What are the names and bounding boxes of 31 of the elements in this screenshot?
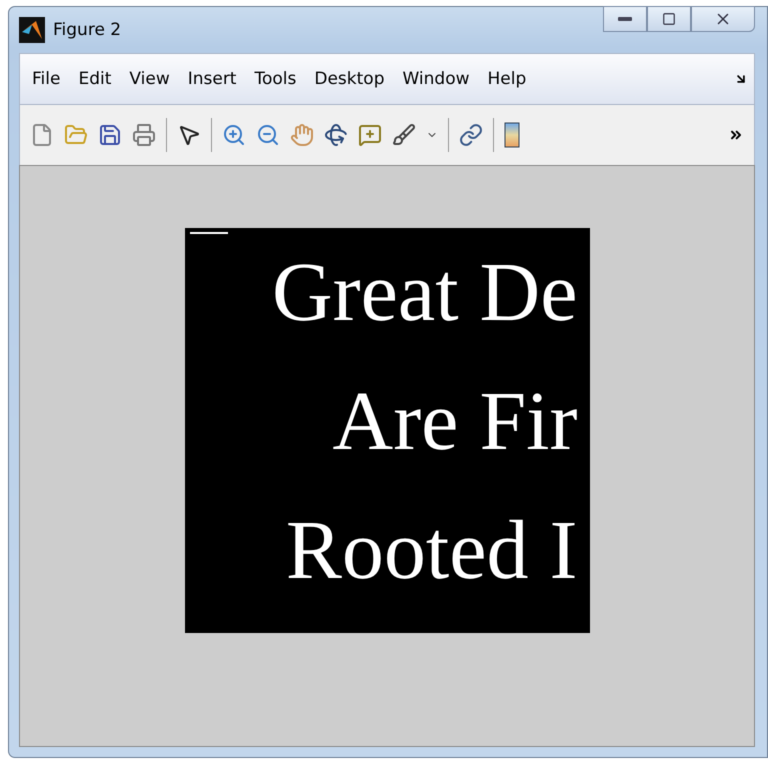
save-icon[interactable]: [98, 123, 122, 147]
menu-item[interactable]: View: [123, 69, 182, 89]
overflow-arrow-icon[interactable]: [734, 72, 748, 86]
window-title: Figure 2: [53, 20, 122, 40]
menu-item[interactable]: Edit: [72, 69, 124, 89]
menu-item[interactable]: Help: [482, 69, 538, 89]
menu-item[interactable]: Desktop: [308, 69, 396, 89]
image-text: Are Fir: [332, 380, 578, 464]
zoom-out-icon[interactable]: [256, 123, 280, 147]
image-text: Great De: [271, 250, 578, 334]
menu-item[interactable]: File: [26, 69, 72, 89]
menu-item[interactable]: Tools: [248, 69, 308, 89]
new-file-icon[interactable]: [30, 123, 54, 147]
close-button[interactable]: [691, 6, 755, 32]
link-icon[interactable]: [459, 123, 483, 147]
brush-icon[interactable]: [392, 123, 416, 147]
menu-item[interactable]: Insert: [182, 69, 248, 89]
printer-icon[interactable]: [132, 123, 156, 147]
menu-item[interactable]: Window: [396, 69, 482, 89]
zoom-in-icon[interactable]: [222, 123, 246, 147]
minimize-button[interactable]: [603, 6, 647, 32]
image-text: Rooted I: [284, 508, 578, 592]
data-cursor-icon[interactable]: [358, 123, 382, 147]
maximize-icon: [662, 12, 676, 26]
colorbar-icon[interactable]: [504, 122, 520, 148]
rotate-icon[interactable]: [324, 123, 348, 147]
app-logo-icon: [19, 17, 45, 43]
minimize-icon: [618, 17, 632, 21]
maximize-button[interactable]: [647, 6, 691, 32]
pointer-icon[interactable]: [177, 123, 201, 147]
dash-mark: [190, 232, 228, 234]
